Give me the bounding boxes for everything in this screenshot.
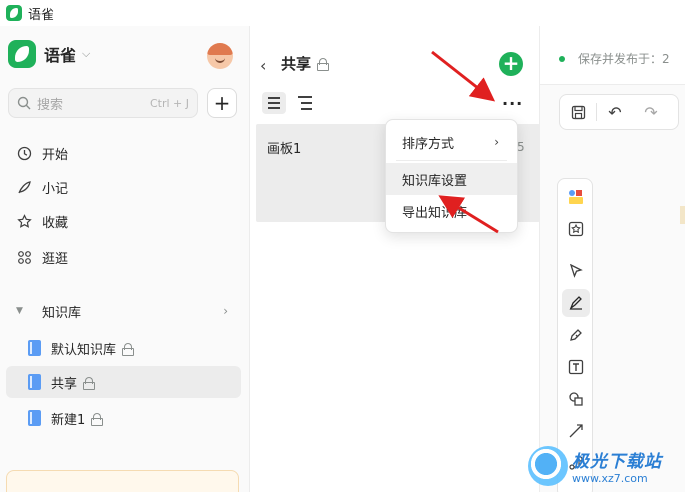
watermark-name: 极光下载站: [572, 452, 662, 472]
doc-list-panel: ‹ 共享 + ··· 画板1 5: [250, 26, 540, 492]
text-tool[interactable]: [562, 353, 590, 381]
new-item-button[interactable]: +: [207, 88, 237, 118]
line-icon: [569, 424, 583, 438]
save-button[interactable]: [560, 95, 596, 129]
star-icon: [16, 213, 32, 229]
caret-down-icon: ▼: [16, 306, 23, 316]
add-doc-button[interactable]: +: [499, 52, 523, 76]
nav-item-notes[interactable]: 小记: [8, 172, 240, 202]
canvas-element: [680, 206, 685, 224]
nav-item-label: 小记: [42, 181, 69, 197]
title-bar: 语雀: [0, 0, 685, 26]
kb-item-new1[interactable]: 新建1: [6, 402, 241, 434]
menu-item-label: 排序方式: [402, 136, 455, 152]
brand-switcher[interactable]: 语雀 ⌵: [8, 40, 90, 68]
avatar[interactable]: [207, 43, 233, 69]
chevron-down-icon: ⌵: [82, 47, 91, 60]
lock-icon: [83, 376, 96, 390]
pen-icon: [569, 296, 582, 310]
status-dot: [559, 56, 565, 62]
kb-item-label: 新建1: [51, 412, 86, 428]
kb-item-default[interactable]: 默认知识库: [6, 332, 241, 364]
save-status: 保存并发布于：2: [578, 52, 670, 66]
knowledge-base-section[interactable]: ▼ 知识库 ›: [8, 296, 240, 326]
redo-button[interactable]: ↷: [633, 95, 669, 129]
plus-icon: +: [502, 51, 520, 75]
book-icon: [28, 340, 41, 356]
doc-meta: 5: [517, 140, 525, 154]
search-placeholder: 搜索: [37, 97, 64, 113]
marker-tool[interactable]: [562, 321, 590, 349]
search-input[interactable]: 搜索 Ctrl + J: [8, 88, 198, 118]
redo-icon: ↷: [644, 102, 658, 122]
pointer-icon: [569, 264, 583, 278]
nav-item-label: 逛逛: [42, 251, 69, 267]
feather-icon: [16, 179, 32, 195]
book-icon: [28, 410, 41, 426]
nav-item-start[interactable]: 开始: [8, 138, 240, 168]
lock-icon: [122, 342, 135, 356]
search-icon: [17, 96, 31, 110]
menu-item-export[interactable]: 导出知识库: [386, 195, 517, 227]
nav-item-label: 开始: [42, 147, 69, 163]
search-shortcut: Ctrl + J: [149, 96, 189, 110]
frame-tool[interactable]: [562, 215, 590, 243]
panel-title-text: 共享: [281, 55, 312, 73]
back-icon[interactable]: ‹: [260, 56, 266, 75]
undo-icon: ↶: [608, 102, 622, 122]
panel-title: 共享: [281, 53, 330, 74]
chevron-right-icon: ›: [494, 135, 499, 149]
brand-logo-icon: [8, 40, 36, 68]
menu-item-sort[interactable]: 排序方式 ›: [386, 126, 517, 158]
history-toolbar: ↶ ↷: [559, 94, 679, 130]
nav-item-label: 收藏: [42, 215, 69, 231]
tree-view-button[interactable]: [298, 96, 314, 110]
lock-icon: [317, 58, 330, 71]
book-icon: [28, 374, 41, 390]
shape-tool[interactable]: [562, 385, 590, 413]
menu-item-label: 导出知识库: [402, 205, 468, 221]
menu-item-kb-settings[interactable]: 知识库设置: [386, 163, 517, 195]
undo-button[interactable]: ↶: [597, 95, 633, 129]
doc-title: 画板1: [267, 142, 302, 157]
marker-icon: [570, 329, 582, 341]
pen-tool[interactable]: [562, 289, 590, 317]
save-icon: [571, 105, 585, 119]
clock-icon: [16, 145, 32, 161]
shape-icon: [569, 392, 583, 406]
list-view-button[interactable]: [262, 92, 286, 114]
kb-item-label: 共享: [51, 376, 78, 392]
nav-item-explore[interactable]: 逛逛: [8, 242, 240, 272]
star-frame-icon: [568, 221, 584, 237]
text-icon: [568, 359, 584, 375]
window-title: 语雀: [28, 7, 55, 23]
watermark: 极光下载站 www.xz7.com: [528, 440, 685, 492]
sidebar: 语雀 ⌵ 搜索 Ctrl + J + 开始 小记 收藏 逛逛 ▼ 知识库 › 默…: [0, 26, 250, 492]
sticker-icon: [569, 190, 583, 204]
kb-item-label: 默认知识库: [51, 342, 117, 358]
watermark-url: www.xz7.com: [572, 472, 648, 485]
brand-name: 语雀: [44, 46, 77, 65]
plus-icon: +: [213, 91, 231, 115]
kb-item-shared[interactable]: 共享: [6, 366, 241, 398]
more-icon[interactable]: ···: [502, 94, 523, 113]
grid-icon: [16, 249, 32, 265]
editor-panel: 保存并发布于：2 ↶ ↷: [540, 26, 685, 492]
app-logo-icon: [6, 5, 22, 21]
promo-banner[interactable]: [6, 470, 239, 492]
chevron-right-icon[interactable]: ›: [223, 304, 228, 318]
watermark-logo-icon: [528, 446, 568, 486]
nav-item-favorites[interactable]: 收藏: [8, 206, 240, 236]
menu-item-label: 知识库设置: [402, 173, 468, 189]
menu-divider: [396, 160, 507, 161]
lock-icon: [91, 412, 104, 426]
more-menu: 排序方式 › 知识库设置 导出知识库: [385, 119, 518, 233]
section-title: 知识库: [42, 305, 82, 321]
select-tool[interactable]: [562, 257, 590, 285]
sticker-tool[interactable]: [562, 183, 590, 211]
